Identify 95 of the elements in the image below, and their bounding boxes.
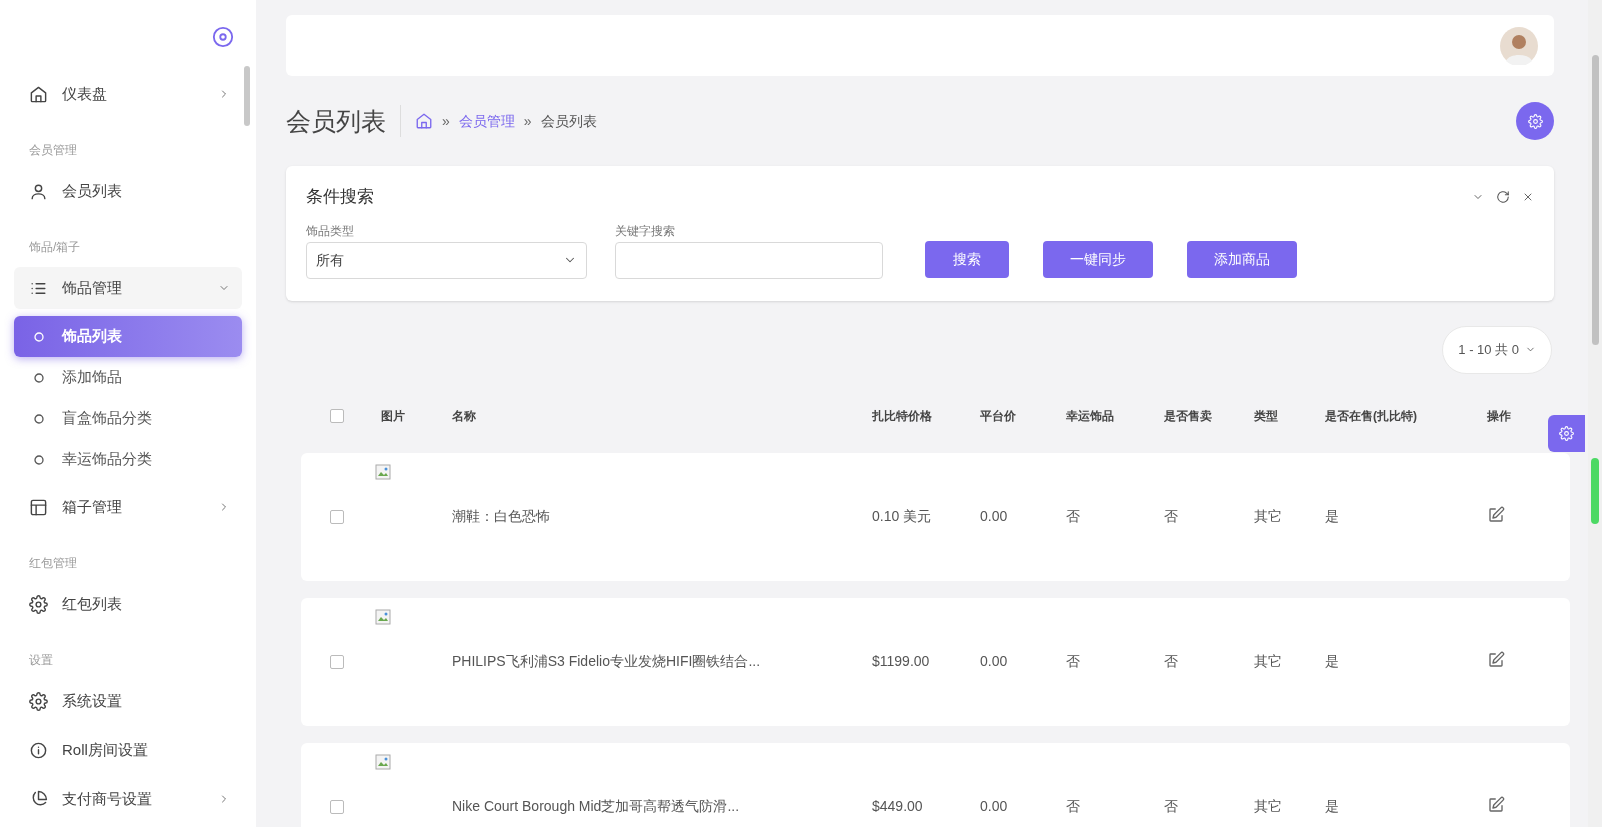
refresh-button[interactable] (1496, 189, 1510, 204)
table-cell-text: 是 (1325, 507, 1340, 526)
broken-image-icon (375, 608, 391, 625)
field-label: 饰品类型 (306, 222, 355, 240)
edit-icon (1487, 650, 1505, 669)
column-header: 扎比特价格 (872, 407, 933, 425)
field-label: 关键字搜索 (615, 222, 676, 240)
sidebar-item[interactable]: 支付商号设置 (14, 778, 242, 820)
sidebar-item[interactable]: 箱子管理 (14, 486, 242, 528)
page-title: 会员列表 (286, 105, 401, 137)
table-cell-text: 是 (1325, 797, 1340, 816)
page-size-select[interactable]: 1 - 10 共 0 (1442, 325, 1552, 374)
sidebar-item[interactable]: 红包列表 (14, 583, 242, 625)
settings-button[interactable] (1516, 102, 1554, 140)
settings-icon (29, 594, 48, 614)
circle-icon (34, 372, 44, 383)
layout-icon (29, 497, 48, 517)
table-cell-text: PHILIPS飞利浦S3 Fidelio专业发烧HIFI圈铁结合... (452, 652, 762, 671)
table-cell-text: 否 (1164, 507, 1179, 526)
scrollbar-thumb[interactable] (244, 66, 250, 126)
home-icon (29, 84, 48, 104)
checkbox[interactable] (330, 408, 344, 423)
table-cell-text: 潮鞋：白色恐怖 (452, 507, 551, 526)
settings-icon (1559, 426, 1574, 441)
section-label: 设置 (28, 652, 54, 669)
user-icon (29, 181, 48, 201)
sidebar-item[interactable]: 会员列表 (14, 170, 242, 212)
column-header: 名称 (452, 407, 477, 425)
submenu-item[interactable]: 饰品列表 (14, 316, 242, 357)
edit-button[interactable] (1487, 795, 1505, 814)
column-header: 是否售卖 (1164, 407, 1213, 425)
sidebar-item[interactable]: 系统设置 (14, 680, 242, 722)
table-cell-text: 0.00 (980, 652, 1009, 671)
edit-icon (1487, 505, 1505, 524)
circle-icon (34, 454, 44, 465)
action-button[interactable]: 添加商品 (1187, 240, 1297, 278)
table-cell-text: 否 (1066, 797, 1081, 816)
circle-icon (34, 413, 44, 424)
edit-button[interactable] (1487, 650, 1505, 669)
table-cell-text: 否 (1066, 507, 1081, 526)
section-label: 饰品/箱子 (28, 239, 82, 256)
progress-indicator (1591, 458, 1599, 524)
table-cell-text: Nike Court Borough Mid芝加哥高帮透气防滑... (452, 797, 741, 816)
breadcrumb-link[interactable]: 会员管理 (458, 110, 515, 132)
checkbox[interactable] (330, 799, 344, 814)
table-cell-text: 否 (1164, 797, 1179, 816)
table-cell-text: 否 (1164, 652, 1179, 671)
broken-image-icon (375, 463, 391, 480)
submenu-item[interactable]: 幸运饰品分类 (14, 439, 242, 480)
column-header: 是否在售(扎比特) (1325, 407, 1418, 425)
table-cell-text: 0.00 (980, 507, 1009, 526)
section-label: 会员管理 (28, 142, 78, 159)
table-cell-text: 其它 (1254, 797, 1283, 816)
broken-image-icon (375, 753, 391, 770)
keyword-input[interactable] (615, 241, 883, 279)
action-button[interactable]: 一键同步 (1043, 240, 1153, 278)
action-button[interactable]: 搜索 (925, 240, 1009, 278)
settings-icon (1527, 113, 1543, 129)
table-cell-text: 其它 (1254, 652, 1283, 671)
column-header: 类型 (1254, 407, 1279, 425)
panel-title: 条件搜索 (306, 186, 375, 208)
column-header: 图片 (380, 407, 406, 425)
table-cell-text: $449.00 (872, 797, 924, 816)
avatar[interactable] (1500, 26, 1538, 65)
column-header: 平台价 (980, 407, 1017, 425)
circle-icon (34, 331, 44, 342)
info-icon (29, 740, 48, 760)
table-cell-text: 0.00 (980, 797, 1009, 816)
column-header: 幸运饰品 (1066, 407, 1115, 425)
submenu-item[interactable]: 盲盒饰品分类 (14, 398, 242, 439)
edit-icon (1487, 795, 1505, 814)
section-label: 红包管理 (28, 555, 78, 572)
home-icon (415, 112, 433, 130)
sidebar-item[interactable]: 饰品管理 (14, 267, 242, 309)
table-cell-text: 其它 (1254, 507, 1283, 526)
breadcrumb-separator: » (442, 111, 450, 131)
table-cell-text: 否 (1066, 652, 1081, 671)
breadcrumb-separator: » (523, 111, 532, 131)
table-cell-text: 是 (1325, 652, 1340, 671)
submenu-item[interactable]: 添加饰品 (14, 357, 242, 398)
sidebar-item[interactable]: 仪表盘 (14, 73, 242, 115)
column-header: 操作 (1486, 407, 1512, 425)
edit-button[interactable] (1487, 505, 1505, 524)
checkbox[interactable] (330, 654, 344, 669)
table-cell-text: $1199.00 (872, 652, 931, 671)
settings-icon (29, 691, 48, 711)
settings-tab[interactable] (1548, 415, 1585, 452)
scrollbar-thumb[interactable] (1592, 55, 1599, 345)
refresh-icon (1496, 189, 1510, 204)
breadcrumb-current: 会员列表 (540, 111, 597, 131)
table-cell-text: 0.10 美元 (872, 507, 933, 526)
type-select[interactable]: 所有 (306, 241, 587, 279)
sidebar-item[interactable]: Roll房间设置 (14, 729, 242, 771)
target-icon[interactable] (212, 25, 234, 48)
checkbox[interactable] (330, 509, 344, 524)
